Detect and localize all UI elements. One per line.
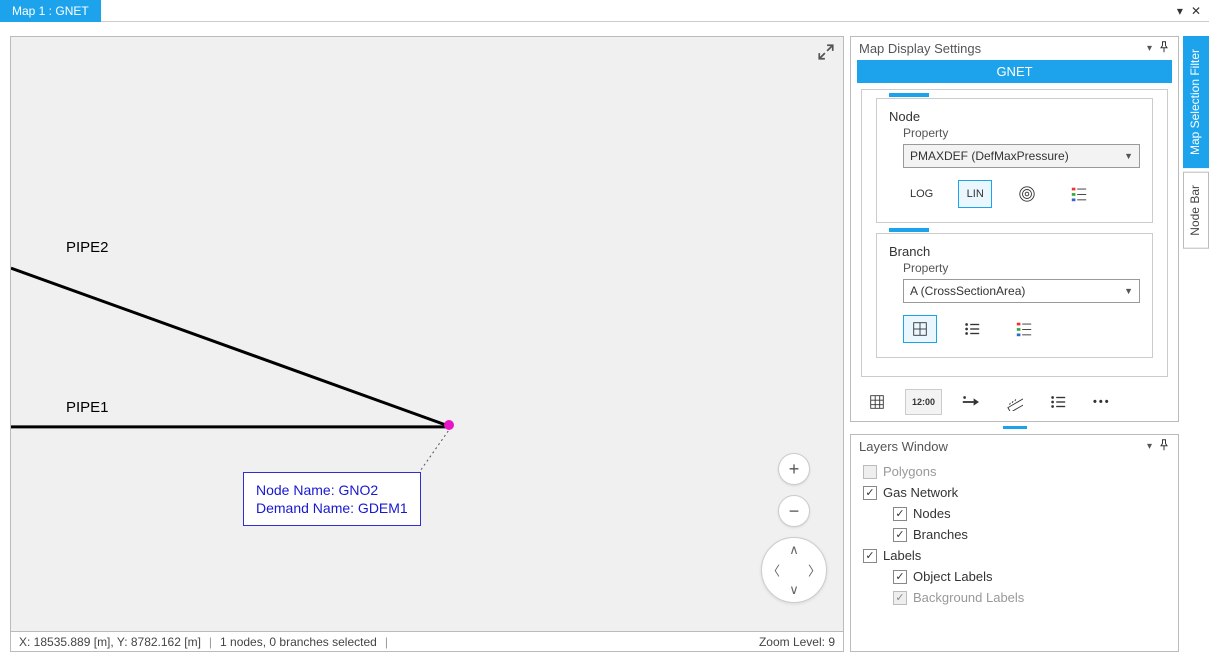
display-bottom-toolbar: 12:00 ••• — [851, 383, 1178, 421]
background-labels-label: Background Labels — [913, 590, 1024, 605]
callout-line1: Node Name: GNO2 — [256, 481, 408, 499]
layers-menu-icon[interactable]: ▾ — [1147, 441, 1152, 452]
labels-checkbox[interactable]: ✓ — [863, 549, 877, 563]
pan-left-icon[interactable]: 〈 — [767, 561, 780, 580]
pipe2-label: PIPE2 — [66, 239, 109, 256]
more-button[interactable]: ••• — [1086, 389, 1118, 415]
nodes-checkbox[interactable]: ✓ — [893, 507, 907, 521]
tab-map-selection-filter[interactable]: Map Selection Filter — [1183, 36, 1209, 168]
titlebar: Map 1 : GNET ▾ ✕ — [0, 0, 1209, 22]
node-section: Node Property PMAXDEF (DefMaxPressure) ▼… — [876, 98, 1153, 223]
status-bar: X: 18535.889 [m], Y: 8782.162 [m] | 1 no… — [10, 632, 844, 652]
log-button[interactable]: LOG — [903, 180, 940, 208]
grid-icon-button[interactable] — [861, 389, 893, 415]
arrow-toggle-button[interactable] — [954, 389, 986, 415]
branch-section: Branch Property A (CrossSectionArea) ▼ — [876, 233, 1153, 358]
gnet-band: GNET — [857, 60, 1172, 83]
branch-property-label: Property — [903, 261, 1140, 275]
branch-section-title: Branch — [889, 244, 1140, 259]
branch-property-value: A (CrossSectionArea) — [910, 284, 1025, 298]
background-labels-checkbox[interactable]: ✓ — [893, 591, 907, 605]
layers-title: Layers Window — [859, 439, 948, 454]
lin-button[interactable]: LIN — [958, 180, 992, 208]
panel-pin-icon[interactable] — [1158, 41, 1170, 56]
labels-label: Labels — [883, 548, 921, 563]
callout-line2: Demand Name: GDEM1 — [256, 499, 408, 517]
status-selection: 1 nodes, 0 branches selected — [220, 635, 377, 649]
pan-down-icon[interactable]: ∨ — [789, 582, 799, 598]
branches-checkbox[interactable]: ✓ — [893, 528, 907, 542]
node-callout: Node Name: GNO2 Demand Name: GDEM1 — [243, 472, 421, 526]
node-property-value: PMAXDEF (DefMaxPressure) — [910, 149, 1069, 163]
branch-legend-button[interactable] — [1007, 315, 1041, 343]
minimize-icon[interactable]: ▾ — [1177, 4, 1183, 18]
map-canvas[interactable]: PIPE2 PIPE1 Node Name: GNO2 Demand Name:… — [10, 36, 844, 632]
status-zoom: Zoom Level: 9 — [759, 635, 835, 649]
panel-splitter[interactable] — [1003, 426, 1027, 429]
window-title: Map 1 : GNET — [12, 4, 89, 18]
close-icon[interactable]: ✕ — [1191, 4, 1201, 18]
pan-right-icon[interactable]: 〉 — [808, 561, 821, 580]
map-frame: PIPE2 PIPE1 Node Name: GNO2 Demand Name:… — [0, 22, 848, 656]
polygons-label: Polygons — [883, 464, 936, 479]
layers-panel: Layers Window ▾ Polygons ✓ Gas Network — [850, 434, 1179, 652]
object-labels-label: Object Labels — [913, 569, 993, 584]
zoom-in-button[interactable]: + — [778, 453, 810, 485]
map-svg — [11, 37, 843, 632]
chevron-down-icon: ▼ — [1124, 286, 1133, 296]
branch-grid-button[interactable] — [903, 315, 937, 343]
node-property-label: Property — [903, 126, 1140, 140]
gas-network-label: Gas Network — [883, 485, 958, 500]
window-title-tab[interactable]: Map 1 : GNET — [0, 0, 101, 22]
gas-network-checkbox[interactable]: ✓ — [863, 486, 877, 500]
node-section-title: Node — [889, 109, 1140, 124]
status-coords: X: 18535.889 [m], Y: 8782.162 [m] — [19, 635, 201, 649]
pan-pad[interactable]: ∧ ∨ 〈 〉 — [761, 537, 827, 603]
branch-list-button[interactable] — [955, 315, 989, 343]
contour-button[interactable] — [1010, 180, 1044, 208]
status-sep2: | — [385, 635, 388, 649]
object-labels-checkbox[interactable]: ✓ — [893, 570, 907, 584]
pipe1-label: PIPE1 — [66, 399, 109, 416]
expand-icon[interactable] — [817, 43, 835, 61]
zoom-controls: + − ∧ ∨ 〈 〉 — [761, 453, 827, 603]
list-view-button[interactable] — [1042, 389, 1074, 415]
status-sep1: | — [209, 635, 212, 649]
side-tabs: Map Selection Filter Node Bar — [1183, 22, 1209, 656]
ruler-button[interactable] — [998, 389, 1030, 415]
branch-property-dropdown[interactable]: A (CrossSectionArea) ▼ — [903, 279, 1140, 303]
layers-pin-icon[interactable] — [1158, 439, 1170, 454]
time-button[interactable]: 12:00 — [905, 389, 942, 415]
display-settings-title: Map Display Settings — [859, 41, 981, 56]
polygons-checkbox[interactable] — [863, 465, 877, 479]
branches-label: Branches — [913, 527, 968, 542]
chevron-down-icon: ▼ — [1124, 151, 1133, 161]
node-legend-button[interactable] — [1062, 180, 1096, 208]
pan-up-icon[interactable]: ∧ — [789, 542, 799, 558]
nodes-label: Nodes — [913, 506, 951, 521]
node-marker[interactable] — [444, 420, 454, 430]
panel-menu-icon[interactable]: ▾ — [1147, 43, 1152, 54]
zoom-out-button[interactable]: − — [778, 495, 810, 527]
tab-node-bar[interactable]: Node Bar — [1183, 172, 1209, 249]
node-property-dropdown[interactable]: PMAXDEF (DefMaxPressure) ▼ — [903, 144, 1140, 168]
display-settings-panel: Map Display Settings ▾ GNET Node Propert… — [850, 36, 1179, 422]
